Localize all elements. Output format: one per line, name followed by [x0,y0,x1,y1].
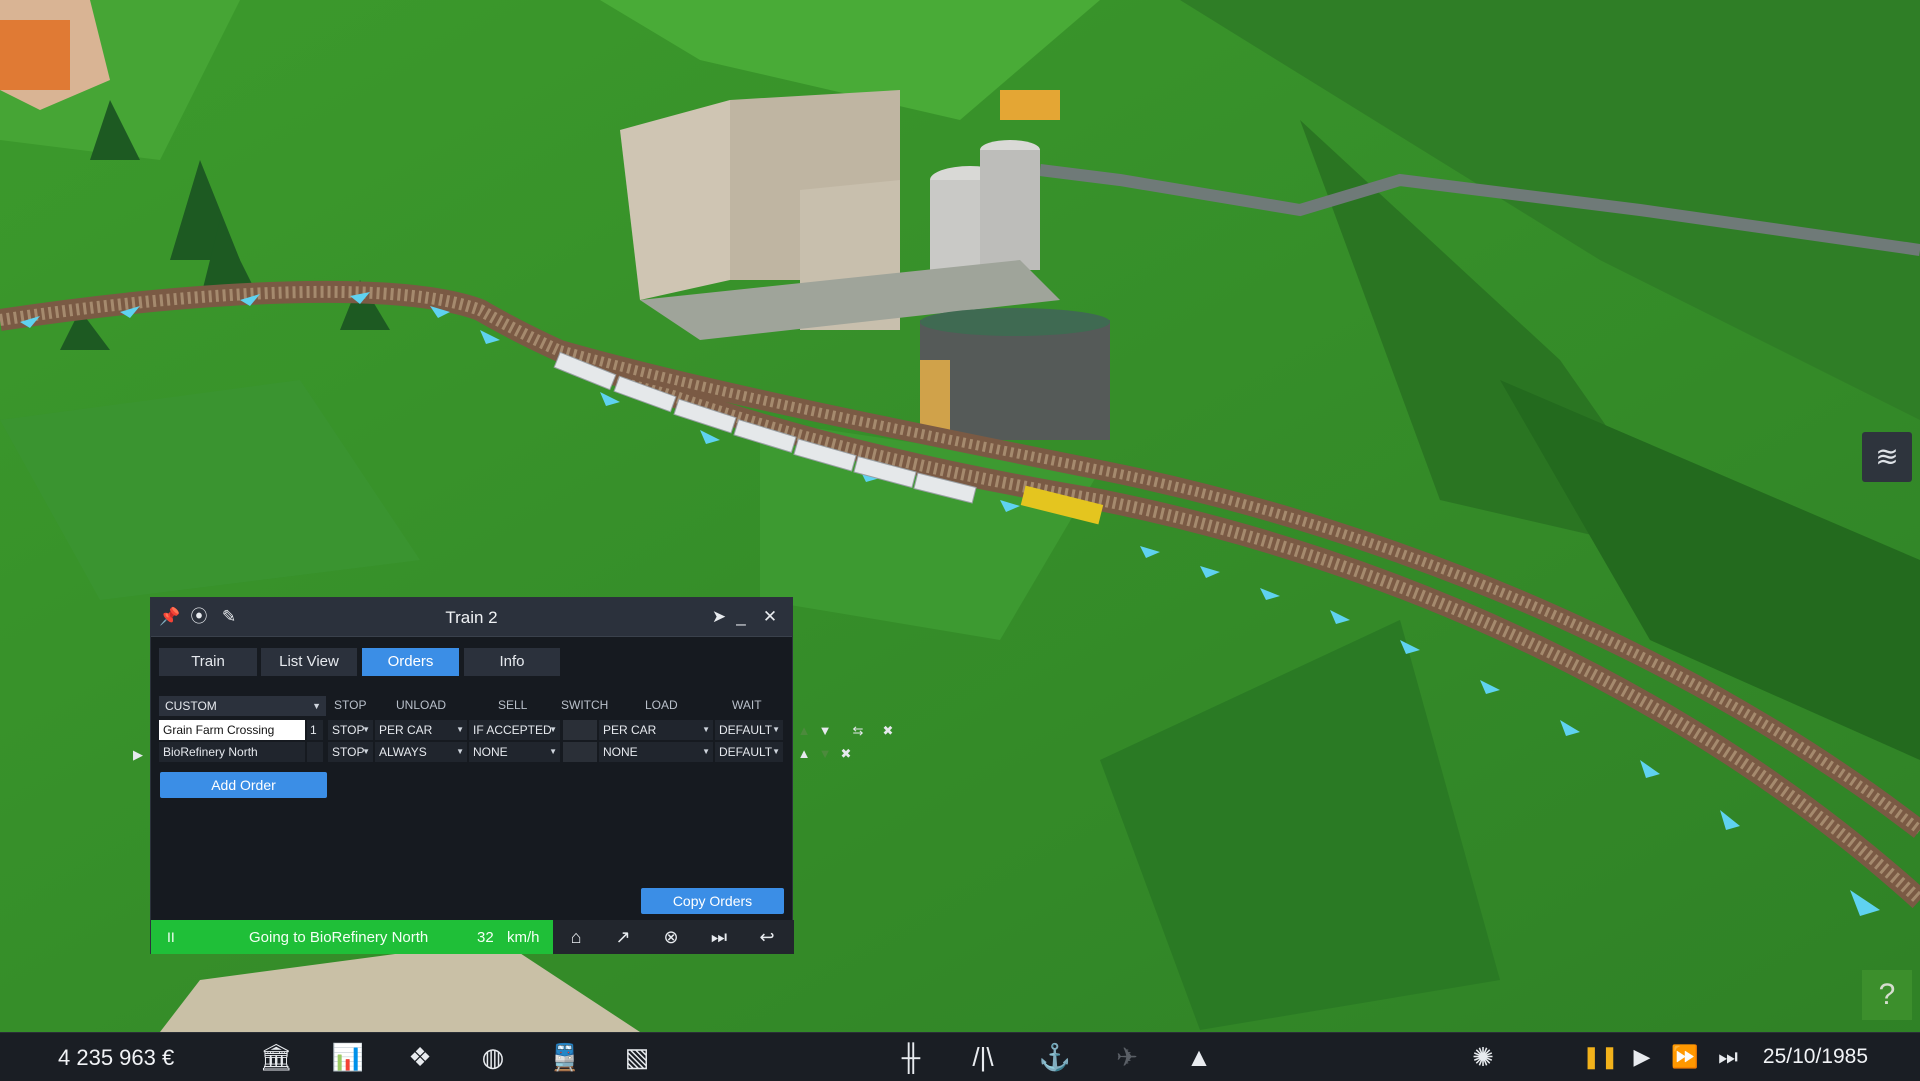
route-icon[interactable]: ↗ [611,926,635,948]
reverse-icon[interactable]: ↩ [755,926,779,948]
fast-forward-icon[interactable]: ⏩ [1668,1041,1702,1073]
chevron-down-icon: ▼ [312,701,321,711]
add-order-button[interactable]: Add Order [160,772,327,798]
chevron-down-icon: ▼ [772,725,780,734]
order-number [307,742,323,762]
network-icon[interactable]: ❖ [403,1041,437,1073]
train-icon[interactable]: 🚆 [548,1041,582,1073]
col-unload: UNLOAD [396,698,447,712]
window-title: Train 2 [445,608,498,627]
order-wait-select[interactable]: DEFAULT ▼ [715,742,783,762]
order-stop-select[interactable]: STOP ▼ [328,720,373,740]
order-sell-value: NONE [473,745,508,759]
order-unload-value: PER CAR [379,723,433,737]
move-up-icon[interactable]: ▲ [796,746,812,761]
fastest-icon[interactable]: ⏭ [1711,1041,1745,1073]
cancel-icon[interactable]: ⊗ [659,926,683,948]
order-switch-toggle[interactable] [563,720,597,740]
chevron-down-icon: ▼ [362,725,370,734]
order-unload-select[interactable]: PER CAR ▼ [375,720,467,740]
tab-orders[interactable]: Orders [362,648,459,676]
status-pause-symbol: II [167,929,175,945]
road-icon[interactable]: /|\ [966,1041,1000,1073]
order-unload-value: ALWAYS [379,745,427,759]
order-station[interactable]: Grain Farm Crossing [159,720,305,740]
schedule-mode-select[interactable]: CUSTOM ▼ [159,696,326,716]
move-down-icon[interactable]: ▼ [817,723,833,738]
copy-orders-button[interactable]: Copy Orders [641,888,784,914]
statistics-icon[interactable]: 📊 [331,1041,365,1073]
terrain-icon[interactable]: ▲ [1182,1041,1216,1073]
order-station[interactable]: BioRefinery North [159,742,305,762]
order-unload-select[interactable]: ALWAYS ▼ [375,742,467,762]
order-load-select[interactable]: NONE ▼ [599,742,713,762]
play-icon[interactable]: ▶ [1625,1041,1659,1073]
col-load: LOAD [645,698,678,712]
chevron-down-icon: ▼ [456,747,464,756]
order-number: 1 [307,720,323,740]
move-down-icon[interactable]: ▼ [817,746,833,761]
chevron-down-icon: ▼ [549,747,557,756]
finance-icon[interactable]: 🏛 [259,1041,293,1073]
order-stop-select[interactable]: STOP ▼ [328,742,373,762]
locate-icon[interactable]: ➤ [709,607,729,627]
bulldoze-icon[interactable]: ✺ [1466,1041,1500,1073]
chevron-down-icon: ▼ [549,725,557,734]
col-stop: STOP [334,698,367,712]
current-order-marker-icon: ▶ [133,747,143,762]
delete-order-icon[interactable]: ✖ [838,746,854,762]
help-icon: ? [1878,978,1896,1011]
bottom-toolbar: 4 235 963 € 🏛 📊 ❖ ◍ 🚆 ▧ ╫ /|\ ⚓ ✈ ▲ ✺ ❚❚… [0,1032,1920,1081]
status-text: Going to BioRefinery North [249,929,429,946]
rail-icon[interactable]: ╫ [894,1041,928,1073]
skip-icon[interactable]: ⏭ [707,926,731,948]
layers-icon: ≋ [1875,441,1899,472]
order-sell-select[interactable]: IF ACCEPTED ▼ [469,720,560,740]
schedule-mode-value: CUSTOM [165,699,217,713]
col-sell: SELL [498,698,528,712]
order-sell-value: IF ACCEPTED [473,723,552,737]
delete-order-icon[interactable]: ✖ [880,723,896,739]
order-load-value: PER CAR [603,723,657,737]
tab-train[interactable]: Train [159,648,257,676]
close-icon[interactable]: ✕ [760,607,780,627]
date-display: 25/10/1985 [1762,1045,1868,1068]
chevron-down-icon: ▼ [362,747,370,756]
window-titlebar[interactable]: 📌 ⦿ ✎ Train 2 ➤ _ ✕ [151,598,792,637]
train-window: 📌 ⦿ ✎ Train 2 ➤ _ ✕ Train List View Orde… [150,597,794,954]
airport-icon[interactable]: ✈ [1110,1041,1144,1073]
col-switch: SWITCH [561,698,609,712]
order-wait-value: DEFAULT [719,745,773,759]
tab-info[interactable]: Info [464,648,560,676]
order-wait-select[interactable]: DEFAULT ▼ [715,720,783,740]
chevron-down-icon: ▼ [456,725,464,734]
chevron-down-icon: ▼ [772,747,780,756]
order-wait-value: DEFAULT [719,723,773,737]
help-button[interactable]: ? [1862,970,1912,1020]
depot-icon[interactable]: ⌂ [564,926,588,948]
money-display: 4 235 963 € [58,1045,175,1070]
move-up-icon[interactable]: ▲ [796,723,812,738]
col-wait: WAIT [732,698,762,712]
speed-value: 32 [477,929,494,946]
port-icon[interactable]: ⚓ [1038,1041,1072,1073]
order-load-select[interactable]: PER CAR ▼ [599,720,713,740]
chevron-down-icon: ▼ [702,725,710,734]
order-stop-value: STOP [332,723,365,737]
swap-icon[interactable]: ⇆ [850,723,866,739]
train-status-bar: II Going to BioRefinery North 32 km/h ⌂ … [151,920,794,954]
map-icon[interactable]: ▧ [620,1041,654,1073]
tab-list-view[interactable]: List View [261,648,357,676]
status-indicator: II Going to BioRefinery North 32 km/h [151,920,553,954]
pause-icon[interactable]: ❚❚ [1582,1041,1619,1073]
globe-icon[interactable]: ◍ [476,1041,510,1073]
order-sell-select[interactable]: NONE ▼ [469,742,560,762]
layers-button[interactable]: ≋ [1862,432,1912,482]
chevron-down-icon: ▼ [702,747,710,756]
order-load-value: NONE [603,745,638,759]
order-switch-toggle[interactable] [563,742,597,762]
speed-unit: km/h [507,929,540,946]
minimize-icon[interactable]: _ [731,607,751,627]
order-stop-value: STOP [332,745,365,759]
